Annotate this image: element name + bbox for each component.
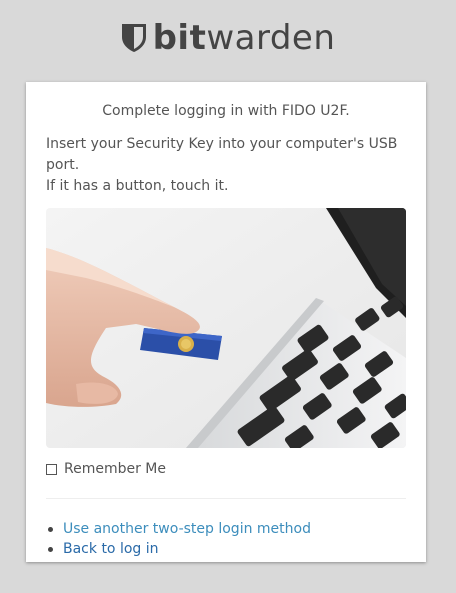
remember-me-label: Remember Me [64, 461, 166, 477]
remember-me-checkbox[interactable] [46, 463, 57, 475]
alternate-links: Use another two-step login method Back t… [46, 519, 406, 559]
use-another-method-link[interactable]: Use another two-step login method [63, 519, 311, 539]
bullet-icon [48, 526, 53, 532]
bullet-icon [48, 546, 53, 552]
login-card: Complete logging in with FIDO U2F. Inser… [26, 82, 426, 562]
page-title: Complete logging in with FIDO U2F. [102, 103, 350, 119]
instructions: Insert your Security Key into your compu… [46, 134, 406, 197]
list-item: Back to log in [46, 539, 406, 559]
bitwarden-logo: bitwarden [0, 18, 456, 58]
back-to-login-link[interactable]: Back to log in [63, 539, 159, 559]
security-key-photo [46, 208, 406, 448]
remember-me[interactable]: Remember Me [46, 461, 406, 477]
list-item: Use another two-step login method [46, 519, 406, 539]
instructions-line-1: Insert your Security Key into your compu… [46, 136, 398, 173]
brand-name: bitwarden [152, 18, 336, 58]
instructions-line-2: If it has a button, touch it. [46, 178, 229, 194]
shield-icon [121, 24, 146, 52]
divider [46, 498, 406, 499]
